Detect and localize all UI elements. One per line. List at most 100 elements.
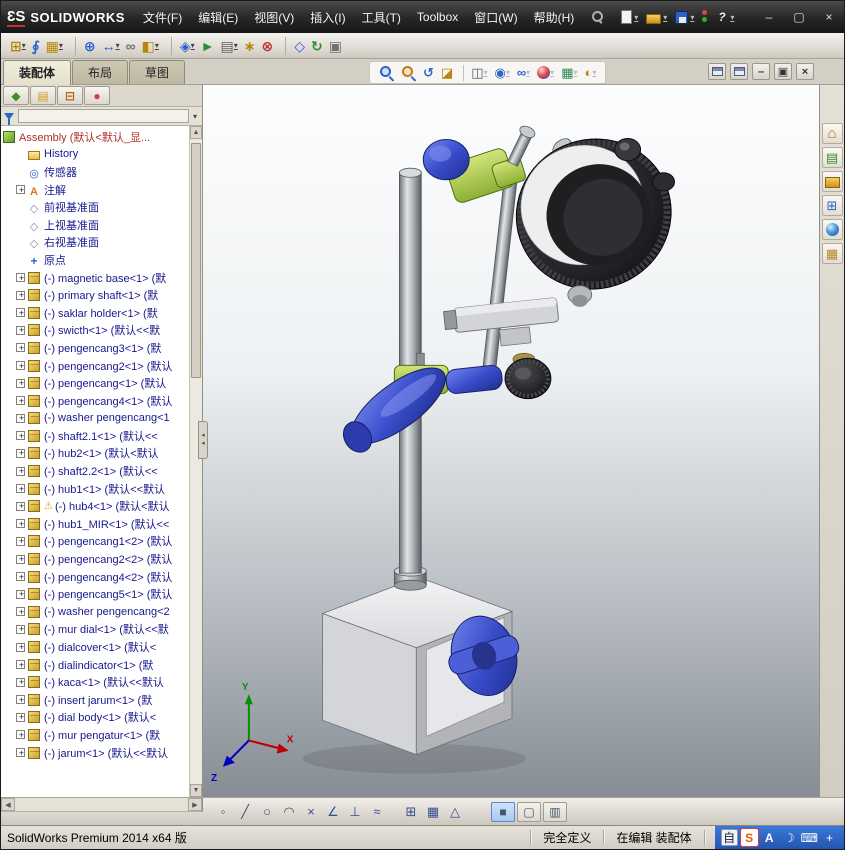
model-upper-clamp[interactable] (422, 124, 536, 205)
tree-item[interactable]: ⚠ (-) hub2<1> (默认<默认 (3, 445, 188, 463)
pane-window-1[interactable] (708, 63, 726, 80)
close[interactable]: × (814, 1, 844, 33)
new-document[interactable]: ▾ (618, 8, 641, 26)
grid-snap[interactable]: ⊞ (401, 802, 421, 822)
view-orientation[interactable]: ◫ ▾ (463, 64, 490, 81)
tree-item[interactable]: ⚠ (-) shaft2.2<1> (默认<< (3, 462, 188, 480)
expand-box[interactable] (16, 325, 26, 335)
dropdown-caret-icon[interactable]: ▾ (663, 13, 667, 22)
tree-item[interactable]: ⚠ (-) magnetic base<1> (默 (3, 269, 188, 287)
sketch-trim[interactable]: × (301, 802, 321, 822)
expand-box[interactable] (16, 572, 26, 582)
menu-item[interactable]: Toolbox (409, 1, 466, 33)
expand-box[interactable] (16, 624, 26, 634)
dropdown-caret-icon[interactable]: ▾ (573, 68, 577, 77)
interference-detection[interactable]: ⊗ ▾ (259, 37, 277, 55)
tree-item[interactable]: ⚠ (-) pengencang2<1> (默认 (3, 357, 188, 375)
viewport-3d[interactable]: Y X Z (203, 85, 819, 797)
ime-settings[interactable]: + (821, 829, 838, 846)
scroll-left-icon[interactable]: ◀ (1, 798, 15, 811)
menu-item[interactable]: 视图(V) (246, 1, 302, 33)
large-assembly-mode[interactable]: ▣ ▾ (326, 37, 345, 55)
tree-item[interactable]: ⚠ 原点 (3, 251, 188, 269)
tree-horizontal-scrollbar[interactable]: ◀ ▶ (1, 798, 203, 812)
doc-minimize[interactable]: – (752, 63, 770, 80)
expand-box[interactable] (16, 642, 26, 652)
tree-item[interactable]: ⚠ 前视基准面 (3, 198, 188, 216)
configuration-manager-tab[interactable]: ⊟ (57, 86, 83, 105)
dropdown-caret-icon[interactable]: ▾ (155, 41, 159, 50)
zoom-to-area[interactable]: ▾ (398, 65, 419, 80)
menu-item[interactable]: 工具(T) (354, 1, 409, 33)
instant3d[interactable]: ◇ ▾ (285, 36, 308, 55)
view-mode-wireframe[interactable]: ▢ (517, 801, 541, 822)
ime-english[interactable]: A (761, 829, 778, 846)
zoom-to-fit[interactable]: ▾ (376, 65, 397, 80)
tree-item[interactable]: ⚠ (-) mur pengatur<1> (默 (3, 726, 188, 744)
reference-geometry[interactable]: ◈ ▾ (170, 36, 198, 55)
property-manager-tab[interactable]: ▤ (30, 86, 56, 105)
menu-item[interactable]: 编辑(E) (190, 1, 246, 33)
sketch-spline[interactable]: ≈ (367, 802, 387, 822)
tree-item[interactable]: ⚠ 注解 (3, 181, 188, 199)
dropdown-caret-icon[interactable]: ▾ (730, 13, 734, 22)
dropdown-caret-icon[interactable]: ▾ (690, 13, 694, 22)
tree-item[interactable]: ⚠ (-) kaca<1> (默认<<默认 (3, 673, 188, 691)
custom-properties[interactable] (821, 243, 843, 264)
grid-major[interactable]: ▦ (423, 802, 443, 822)
expand-box[interactable] (16, 413, 26, 423)
commandmanager-tab[interactable]: 草图 (129, 60, 186, 84)
open-folder[interactable]: ▾ (643, 9, 670, 26)
expand-box[interactable] (16, 273, 26, 283)
expand-box[interactable] (16, 308, 26, 318)
commandmanager-tab[interactable]: 装配体 (3, 60, 72, 85)
scroll-down-icon[interactable]: ▼ (190, 784, 202, 797)
solidworks-resources[interactable] (821, 123, 843, 144)
tree-item[interactable]: ⚠ (-) washer pengencang<2 (3, 603, 188, 621)
expand-box[interactable] (16, 712, 26, 722)
mate[interactable]: ∮ ▾ (29, 37, 43, 55)
menu-item[interactable]: 窗口(W) (466, 1, 525, 33)
filter-caret-icon[interactable]: ▾ (193, 112, 199, 121)
sketch-angle[interactable]: ∠ (323, 802, 343, 822)
expand-box[interactable] (16, 290, 26, 300)
scroll-right-icon[interactable]: ▶ (188, 798, 202, 811)
apply-scene[interactable]: ▦ ▾ (558, 65, 580, 81)
sketch-line[interactable]: ╱ (235, 802, 255, 822)
tree-item[interactable]: ⚠ (-) hub4<1> (默认<默认 (3, 497, 188, 515)
scrollbar-thumb[interactable] (191, 143, 201, 378)
save[interactable]: ▾ (672, 9, 697, 26)
triad-tool[interactable]: △ (445, 802, 465, 822)
linear-component-pattern[interactable]: ▦ ▾ (43, 37, 66, 55)
expand-box[interactable] (16, 448, 26, 458)
sketch-circle[interactable]: ○ (257, 802, 277, 822)
insert-components[interactable]: ⊞ ▾ (7, 37, 29, 55)
tree-item[interactable]: ⚠ (-) pengencang5<1> (默认 (3, 585, 188, 603)
tree-item[interactable]: ⚠ (-) swicth<1> (默认<<默 (3, 322, 188, 340)
commandmanager-tab[interactable]: 布局 (72, 60, 129, 84)
expand-box[interactable] (16, 589, 26, 599)
dropdown-caret-icon[interactable]: ▾ (526, 68, 530, 77)
tree-scrollbar[interactable]: ▲ ▼ (189, 126, 202, 797)
dropdown-caret-icon[interactable]: ▾ (22, 41, 26, 50)
filter-funnel-icon[interactable] (4, 112, 14, 125)
maximize[interactable]: ▢ (784, 1, 814, 33)
tree-item[interactable]: ⚠ (-) dialcover<1> (默认< (3, 638, 188, 656)
ime-halfmoon[interactable]: ☽ (781, 829, 798, 846)
expand-box[interactable] (16, 343, 26, 353)
model-mid-clamp[interactable] (443, 297, 560, 352)
update-assembly[interactable]: ↻ ▾ (308, 37, 326, 55)
tree-item[interactable]: ⚠ (-) washer pengencang<1 (3, 410, 188, 428)
appearances-scenes[interactable] (821, 219, 843, 240)
tree-item[interactable]: ⚠ (-) pengencang1<2> (默认 (3, 533, 188, 551)
previous-view[interactable]: ↺ ▾ (420, 65, 437, 81)
dropdown-caret-icon[interactable]: ▾ (191, 41, 195, 50)
tree-item[interactable]: ⚠ (-) pengencang4<1> (默认 (3, 392, 188, 410)
dropdown-caret-icon[interactable]: ▾ (234, 41, 238, 50)
tree-item[interactable]: ⚠ (-) mur dial<1> (默认<<默 (3, 621, 188, 639)
tree-item[interactable]: ⚠ 右视基准面 (3, 234, 188, 252)
panel-splitter-handle[interactable]: ◂ ◂ (198, 421, 208, 459)
help[interactable]: ▾ (712, 9, 737, 26)
tree-root-item[interactable]: Assembly (默认<默认_显... (3, 128, 188, 146)
ime-auto[interactable]: 自 (720, 829, 738, 846)
